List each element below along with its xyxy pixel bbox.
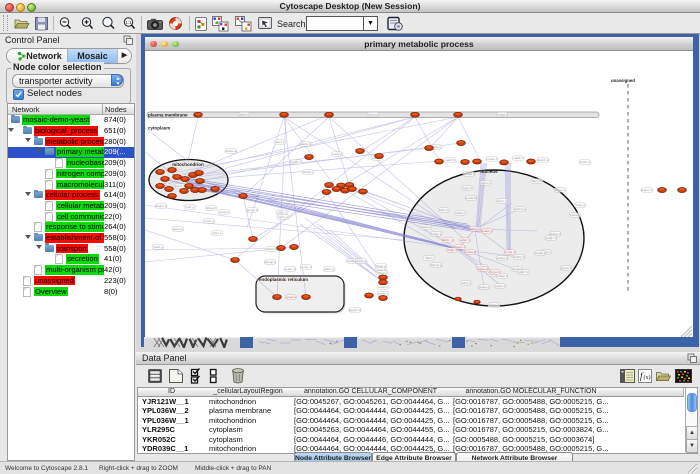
svg-text:gpoon d: gpoon d xyxy=(561,266,572,270)
svg-text:entap p: entap p xyxy=(378,285,388,289)
svg-text:cecdr m: cecdr m xyxy=(285,267,296,271)
svg-text:pcspg m: pcspg m xyxy=(355,259,367,263)
svg-text:mdtga b: mdtga b xyxy=(497,274,508,278)
svg-text:nboga a: nboga a xyxy=(497,113,508,117)
svg-text:fecmt m: fecmt m xyxy=(175,184,186,188)
svg-text:dcrbp p: dcrbp p xyxy=(368,113,378,117)
svg-text:oobbn b: oobbn b xyxy=(514,255,525,259)
svg-text:dtasf g: dtasf g xyxy=(153,245,162,249)
svg-text:gages g: gages g xyxy=(479,285,490,289)
svg-text:bpnse p: bpnse p xyxy=(378,292,389,296)
svg-text:geprn b: geprn b xyxy=(173,227,184,231)
svg-text:nsnao d: nsnao d xyxy=(487,157,498,161)
svg-text:aptne p: aptne p xyxy=(470,227,480,231)
svg-text:edprf b: edprf b xyxy=(518,270,528,274)
svg-text:gfdcn g: gfdcn g xyxy=(324,267,334,271)
svg-text:dpmgp g: dpmgp g xyxy=(264,260,276,264)
svg-text:prmcd d: prmcd d xyxy=(464,172,475,176)
svg-text:dncro m: dncro m xyxy=(497,199,508,203)
svg-text:odabr p: odabr p xyxy=(455,211,466,215)
svg-text:pftss a: pftss a xyxy=(213,231,222,235)
svg-text:pbare b: pbare b xyxy=(239,113,250,117)
svg-text:gempt d: gempt d xyxy=(247,208,258,212)
svg-text:bgbft d: bgbft d xyxy=(291,160,301,164)
svg-text:nbtpe p: nbtpe p xyxy=(377,271,387,275)
svg-text:dooao a: dooao a xyxy=(535,251,546,255)
svg-text:bcebb p: bcebb p xyxy=(482,229,493,233)
svg-text:1:1: 1:1 xyxy=(125,20,132,25)
svg-text:drbap b: drbap b xyxy=(206,206,217,210)
svg-text:nmeta a: nmeta a xyxy=(465,250,476,254)
svg-text:sccpm m: sccpm m xyxy=(641,188,654,192)
svg-text:egcpp d: egcpp d xyxy=(495,284,506,288)
svg-text:adbat d: adbat d xyxy=(421,225,431,229)
svg-text:abbrc m: abbrc m xyxy=(443,238,454,242)
svg-text:unassigned: unassigned xyxy=(611,78,635,83)
svg-text:rmnrg m: rmnrg m xyxy=(504,250,516,254)
svg-text:fscpe b: fscpe b xyxy=(490,270,500,274)
svg-text:ndrpr m: ndrpr m xyxy=(275,140,286,144)
svg-text:bggom m: bggom m xyxy=(349,308,362,312)
svg-text:ptdgb m: ptdgb m xyxy=(546,236,557,240)
svg-text:plasma membrane: plasma membrane xyxy=(148,113,188,118)
svg-text:atfon b: atfon b xyxy=(460,238,470,242)
svg-text:daorn a: daorn a xyxy=(532,179,543,183)
svg-text:bndep g: bndep g xyxy=(431,232,442,236)
svg-text:sscrg d: sscrg d xyxy=(332,152,342,156)
svg-text:sebtd a: sebtd a xyxy=(219,210,229,214)
svg-text:rfstb b: rfstb b xyxy=(425,256,434,260)
svg-text:rppbo p: rppbo p xyxy=(278,215,289,219)
svg-text:endoplasmic reticulum: endoplasmic reticulum xyxy=(259,277,308,282)
svg-text:nerog m: nerog m xyxy=(300,265,312,269)
svg-text:ebdor d: ebdor d xyxy=(266,247,277,251)
svg-text:(x): (x) xyxy=(644,374,651,381)
svg-text:mitochondrion: mitochondrion xyxy=(172,162,204,167)
svg-text:cffdp d: cffdp d xyxy=(278,211,287,215)
svg-text:nucleus: nucleus xyxy=(480,169,498,174)
svg-text:tpotf m: tpotf m xyxy=(185,205,195,209)
svg-text:regpp d: regpp d xyxy=(462,186,473,190)
svg-text:mnmbd b: mnmbd b xyxy=(465,196,478,200)
svg-text:gdmoe a: gdmoe a xyxy=(299,142,311,146)
svg-text:dadob a: dadob a xyxy=(538,158,549,162)
svg-text:egrrs m: egrrs m xyxy=(481,181,492,185)
svg-text:stdcg g: stdcg g xyxy=(461,281,471,285)
svg-text:ddnmc g: ddnmc g xyxy=(430,263,442,267)
svg-text:bddno a: bddno a xyxy=(226,149,237,153)
svg-text:btcbo a: btcbo a xyxy=(570,213,580,217)
svg-text:oesar g: oesar g xyxy=(303,170,313,174)
svg-text:pgtea a: pgtea a xyxy=(478,267,488,271)
svg-text:mdsms g: mdsms g xyxy=(514,207,527,211)
svg-text:ntnca m: ntnca m xyxy=(555,188,566,192)
svg-text:mabft d: mabft d xyxy=(513,156,523,160)
svg-text:bfaon b: bfaon b xyxy=(439,208,449,212)
svg-text:nbgbn d: nbgbn d xyxy=(156,204,167,208)
svg-text:mfsba g: mfsba g xyxy=(489,303,500,307)
svg-text:rfaao g: rfaao g xyxy=(575,203,585,207)
svg-text:rmtbs m: rmtbs m xyxy=(580,160,591,164)
svg-text:nodcf b: nodcf b xyxy=(445,158,455,162)
svg-text:cnrdc g: cnrdc g xyxy=(204,219,214,223)
svg-text:gcaef a: gcaef a xyxy=(286,295,296,299)
svg-text:pppba g: pppba g xyxy=(497,256,508,260)
svg-text:cytoplasm: cytoplasm xyxy=(148,126,170,131)
svg-text:rfdpp d: rfdpp d xyxy=(447,248,457,252)
